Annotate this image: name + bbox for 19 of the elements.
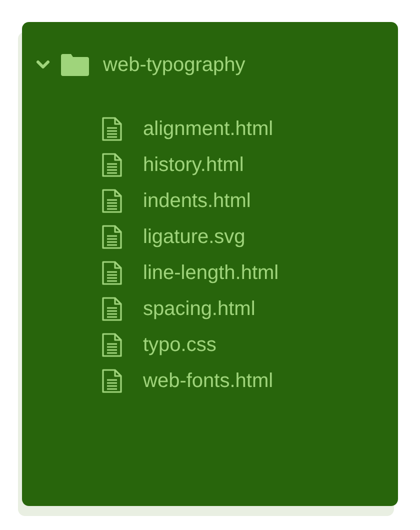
file-name[interactable]: indents.html <box>143 188 251 214</box>
file-icon <box>102 297 122 321</box>
folder-icon <box>61 54 89 76</box>
file-name[interactable]: history.html <box>143 152 244 178</box>
file-icon <box>102 261 122 285</box>
file-icon <box>102 117 122 141</box>
file-icon <box>102 189 122 213</box>
file-name[interactable]: spacing.html <box>143 296 256 322</box>
file-icon <box>102 369 122 393</box>
file-icon <box>102 225 122 249</box>
chevron-icon[interactable] <box>36 60 50 70</box>
file-icon <box>102 153 122 177</box>
file-name[interactable]: web-fonts.html <box>143 368 274 394</box>
file-name[interactable]: alignment.html <box>143 116 274 142</box>
file-icon <box>102 333 122 357</box>
file-name[interactable]: typo.css <box>143 332 216 358</box>
folder-name[interactable]: web-typography <box>103 52 246 78</box>
file-name[interactable]: line-length.html <box>143 260 279 286</box>
file-name[interactable]: ligature.svg <box>143 224 246 250</box>
